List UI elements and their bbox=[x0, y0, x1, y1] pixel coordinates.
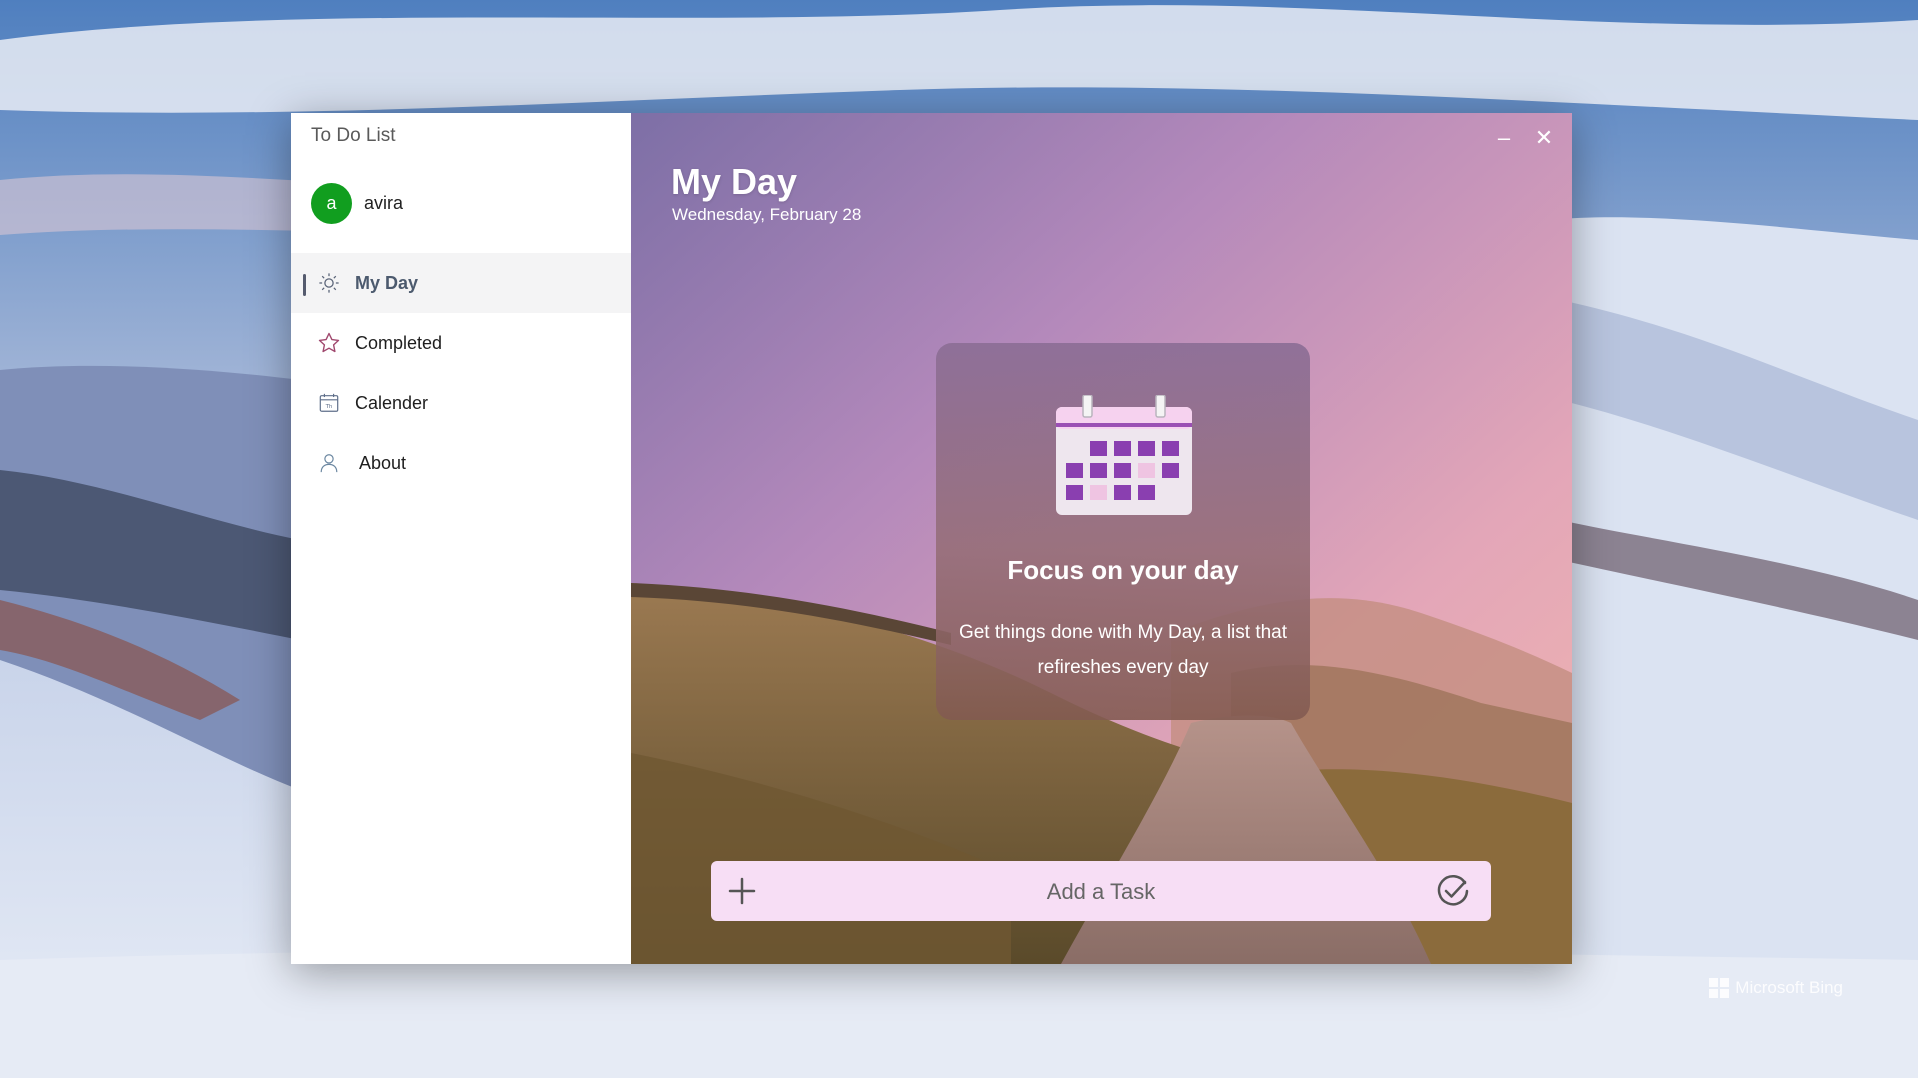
app-title: To Do List bbox=[311, 125, 396, 146]
svg-text:Th: Th bbox=[325, 404, 333, 410]
close-button[interactable]: ✕ bbox=[1526, 123, 1562, 153]
sidebar-item-my-day[interactable]: My Day bbox=[291, 253, 631, 313]
sidebar-item-label: My Day bbox=[355, 272, 419, 293]
sidebar: To Do List a avira My Day Completed Th C… bbox=[291, 113, 631, 964]
add-task-bar bbox=[711, 861, 1491, 923]
avatar[interactable]: a bbox=[311, 183, 352, 224]
focus-card: Focus on your day Get things done with M… bbox=[936, 343, 1310, 720]
sidebar-item-label: Calender bbox=[355, 392, 429, 413]
star-icon bbox=[317, 331, 341, 355]
watermark-label: Microsoft Bing bbox=[1735, 978, 1843, 997]
check-circle-icon[interactable] bbox=[1435, 873, 1471, 909]
minimize-button[interactable]: – bbox=[1486, 123, 1522, 153]
focus-description: Get things done with My Day, a list that… bbox=[958, 622, 1288, 678]
focus-heading: Focus on your day bbox=[1007, 555, 1239, 585]
window-controls: – ✕ bbox=[1486, 123, 1562, 153]
calendar-illustration bbox=[1056, 395, 1192, 515]
sun-icon bbox=[317, 271, 341, 295]
add-task-input[interactable] bbox=[771, 861, 1431, 923]
sidebar-item-calender[interactable]: Th Calender bbox=[291, 373, 631, 433]
user-profile[interactable]: a avira bbox=[311, 183, 403, 224]
sidebar-item-about[interactable]: About bbox=[291, 433, 631, 493]
page-date: Wednesday, February 28 bbox=[672, 205, 862, 224]
windows-logo-icon bbox=[1709, 978, 1730, 998]
sidebar-nav: My Day Completed Th Calender About bbox=[291, 253, 631, 493]
user-name: avira bbox=[364, 193, 404, 213]
plus-icon[interactable] bbox=[725, 874, 759, 908]
bing-watermark: Microsoft Bing bbox=[1709, 978, 1843, 998]
sidebar-item-label: About bbox=[359, 452, 407, 473]
page-title: My Day bbox=[671, 161, 798, 202]
main-panel: – ✕ My Day Wednesday, February 28 Focus … bbox=[631, 113, 1572, 964]
active-indicator bbox=[303, 274, 306, 296]
person-icon bbox=[317, 451, 341, 475]
sidebar-item-label: Completed bbox=[355, 332, 443, 353]
app-window: To Do List a avira My Day Completed Th C… bbox=[291, 113, 1572, 964]
calendar-icon: Th bbox=[317, 391, 341, 415]
sidebar-item-completed[interactable]: Completed bbox=[291, 313, 631, 373]
